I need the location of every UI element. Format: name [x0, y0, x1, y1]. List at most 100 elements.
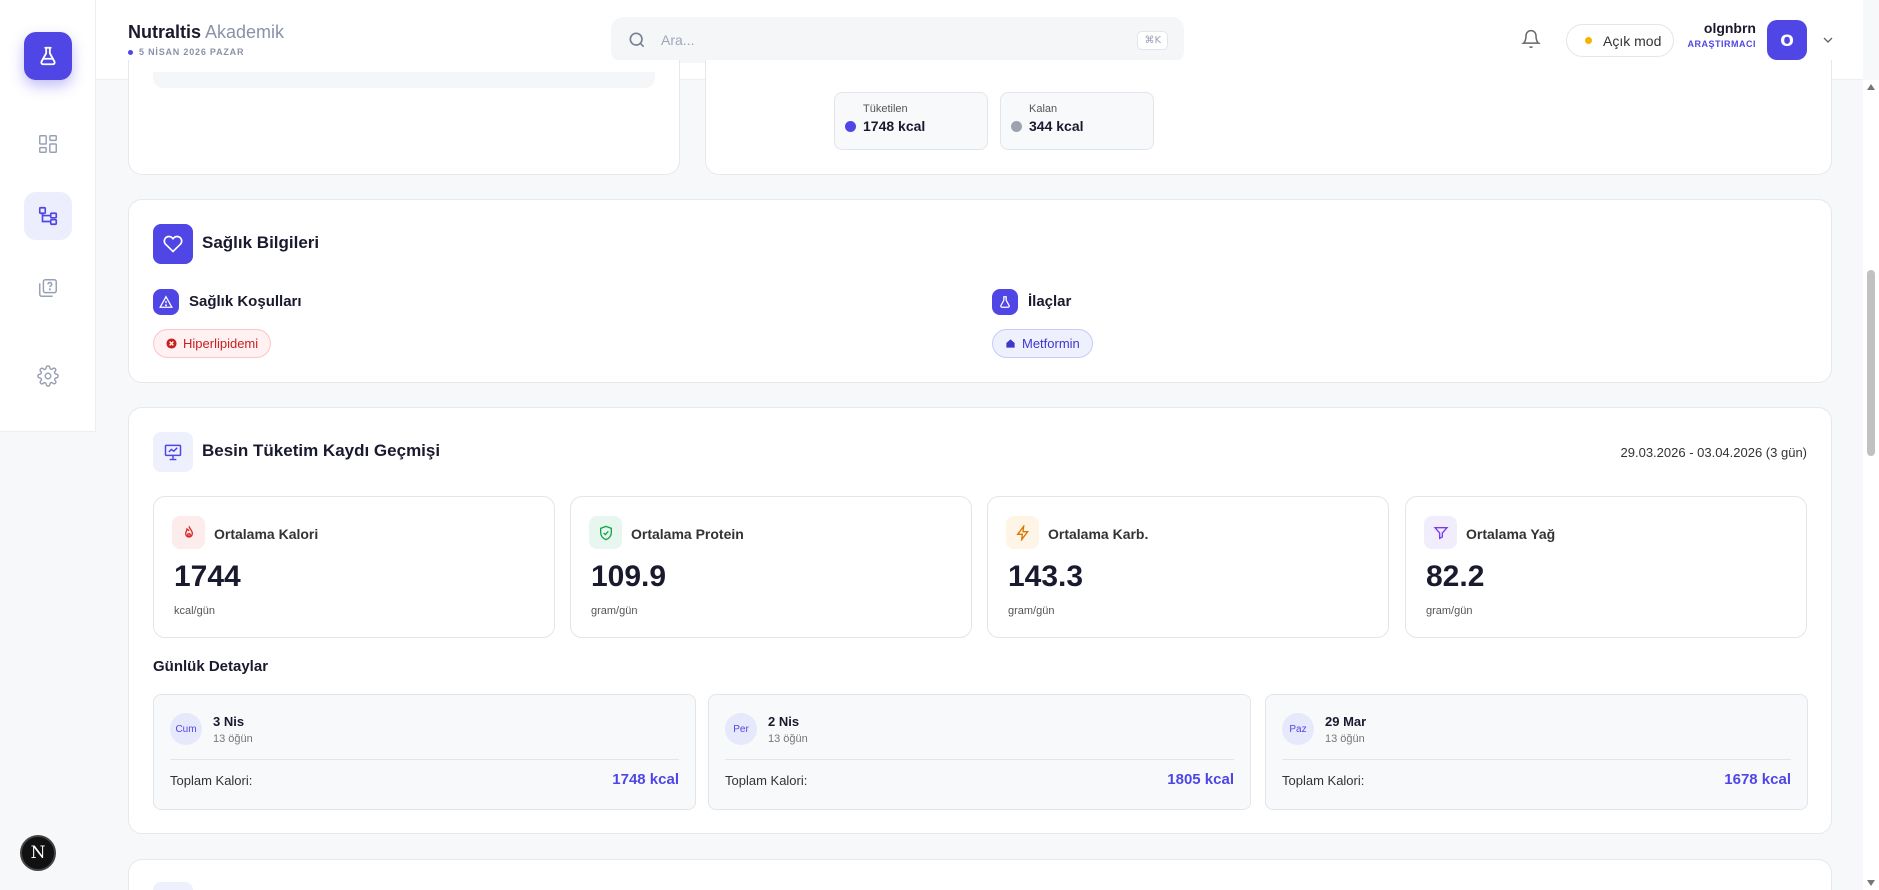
- calorie-summary-card: Tüketilen 1748 kcal Kalan 344 kcal: [705, 60, 1832, 175]
- day-date: 29 Mar: [1325, 714, 1367, 729]
- hierarchy-icon: [38, 206, 58, 226]
- history-title: Besin Tüketim Kaydı Geçmişi: [202, 441, 441, 460]
- day-meal-count: 13 öğün: [1325, 733, 1365, 745]
- metric-unit: kcal/gün: [174, 605, 215, 617]
- sidebar-item-dashboard[interactable]: [24, 120, 72, 168]
- presentation-chart-icon: [164, 444, 182, 461]
- dashboard-icon: [39, 135, 57, 153]
- consumed-value: 1748 kcal: [863, 118, 926, 134]
- daily-details-title: Günlük Detaylar: [153, 658, 269, 675]
- lightning-icon: [1015, 524, 1029, 541]
- partial-card-left: [128, 60, 680, 175]
- flame-icon: [184, 525, 193, 538]
- day-total-label: Toplam Kalori:: [725, 773, 808, 788]
- question-book-icon: [39, 279, 57, 297]
- day-date: 3 Nis: [213, 714, 245, 729]
- conditions-icon-box: [153, 289, 179, 315]
- metric-card-fat: Ortalama Yağ 82.2 gram/gün: [1405, 496, 1807, 638]
- metric-icon-box: [589, 516, 622, 549]
- metric-label: Ortalama Yağ: [1466, 526, 1556, 542]
- search-bar[interactable]: Ara... ⌘K: [611, 17, 1184, 63]
- metric-value: 82.2: [1426, 560, 1485, 593]
- metric-icon-box: [1424, 516, 1457, 549]
- metric-unit: gram/gün: [1426, 605, 1473, 617]
- remaining-value: 344 kcal: [1029, 118, 1084, 134]
- metric-icon-box: [172, 516, 205, 549]
- notifications-button[interactable]: [1521, 28, 1541, 54]
- current-date: 5 NİSAN 2026 PAZAR: [128, 47, 284, 57]
- user-role: ARAŞTIRMACI: [1687, 39, 1756, 49]
- medications-title: İlaçlar: [1028, 293, 1072, 310]
- divider: [1282, 759, 1791, 760]
- current-date-label: 5 NİSAN 2026 PAZAR: [139, 47, 245, 57]
- sidebar-item-hierarchy[interactable]: [24, 192, 72, 240]
- user-menu-toggle[interactable]: [1820, 32, 1836, 52]
- avatar[interactable]: O: [1767, 20, 1807, 60]
- brand-name: Nutraltis: [128, 22, 202, 42]
- bell-icon: [1521, 29, 1541, 49]
- condition-tag: Hiperlipidemi: [153, 329, 272, 358]
- day-meal-count: 13 öğün: [213, 733, 253, 745]
- history-date-range: 29.03.2026 - 03.04.2026 (3 gün): [1620, 445, 1807, 460]
- dev-badge-label: N: [30, 843, 46, 863]
- day-total-value: 1748 kcal: [612, 771, 679, 788]
- dev-tools-badge[interactable]: N: [20, 835, 56, 871]
- day-card[interactable]: Per 2 Nis 13 öğün Toplam Kalori: 1805 kc…: [708, 694, 1251, 810]
- day-date: 2 Nis: [768, 714, 800, 729]
- conditions-title: Sağlık Koşulları: [189, 293, 302, 310]
- divider: [725, 759, 1234, 760]
- app-logo-button[interactable]: [24, 32, 72, 80]
- day-meal-count: 13 öğün: [768, 733, 808, 745]
- consumed-dot: [845, 121, 856, 132]
- metric-icon-box: [1006, 516, 1039, 549]
- metric-card-calories: Ortalama Kalori 1744 kcal/gün: [153, 496, 555, 638]
- weekday-badge: Paz: [1282, 713, 1314, 745]
- shield-check-icon: [599, 525, 612, 540]
- flask-icon: [40, 46, 56, 66]
- medications-icon-box: [992, 289, 1018, 315]
- sidebar-item-help[interactable]: [24, 264, 72, 312]
- gear-icon: [37, 365, 59, 387]
- consumed-chip: Tüketilen 1748 kcal: [834, 92, 988, 150]
- home-icon: [1006, 339, 1015, 348]
- search-input[interactable]: Ara...: [661, 32, 1137, 48]
- consumption-history-card: Besin Tüketim Kaydı Geçmişi 29.03.2026 -…: [128, 407, 1832, 834]
- search-icon: [629, 32, 645, 48]
- user-info[interactable]: olgnbrn ARAŞTIRMACI: [1676, 20, 1757, 49]
- pills-icon: [1000, 296, 1010, 308]
- day-card[interactable]: Cum 3 Nis 13 öğün Toplam Kalori: 1748 kc…: [153, 694, 696, 810]
- theme-toggle-button[interactable]: Açık mod: [1566, 24, 1675, 57]
- day-total-value: 1678 kcal: [1724, 771, 1791, 788]
- brand-title: Nutraltis Akademik: [128, 22, 284, 43]
- sun-icon: [1585, 37, 1592, 44]
- metric-label: Ortalama Kalori: [214, 526, 319, 542]
- remaining-chip: Kalan 344 kcal: [1000, 92, 1154, 150]
- sidebar: [0, 0, 96, 432]
- scroll-thumb[interactable]: [1867, 270, 1875, 456]
- day-card[interactable]: Paz 29 Mar 13 öğün Toplam Kalori: 1678 k…: [1265, 694, 1808, 810]
- chevron-down-icon: [1823, 37, 1833, 43]
- scroll-down-arrow[interactable]: [1867, 880, 1875, 886]
- day-total-value: 1805 kcal: [1167, 771, 1234, 788]
- medication-tag: Metformin: [992, 329, 1093, 358]
- page-scrollbar[interactable]: [1863, 80, 1879, 890]
- date-dot: [128, 49, 133, 55]
- remaining-label: Kalan: [1029, 103, 1058, 115]
- history-section-icon: [153, 432, 193, 472]
- scroll-up-arrow[interactable]: [1867, 84, 1875, 90]
- weekday-badge: Per: [725, 713, 757, 745]
- user-name: olgnbrn: [1703, 20, 1756, 36]
- partial-card-bottom: [128, 859, 1832, 890]
- metric-card-protein: Ortalama Protein 109.9 gram/gün: [570, 496, 972, 638]
- divider: [170, 759, 679, 760]
- metric-unit: gram/gün: [1008, 605, 1055, 617]
- remaining-dot: [1011, 121, 1022, 132]
- metric-value: 109.9: [591, 560, 667, 593]
- funnel-icon: [1433, 526, 1448, 539]
- brand: Nutraltis Akademik 5 NİSAN 2026 PAZAR: [128, 22, 284, 57]
- consumed-label: Tüketilen: [863, 103, 908, 115]
- medication-label: Metformin: [1022, 336, 1080, 351]
- metric-unit: gram/gün: [591, 605, 638, 617]
- sidebar-item-settings[interactable]: [24, 352, 72, 400]
- health-section-icon: [153, 224, 193, 264]
